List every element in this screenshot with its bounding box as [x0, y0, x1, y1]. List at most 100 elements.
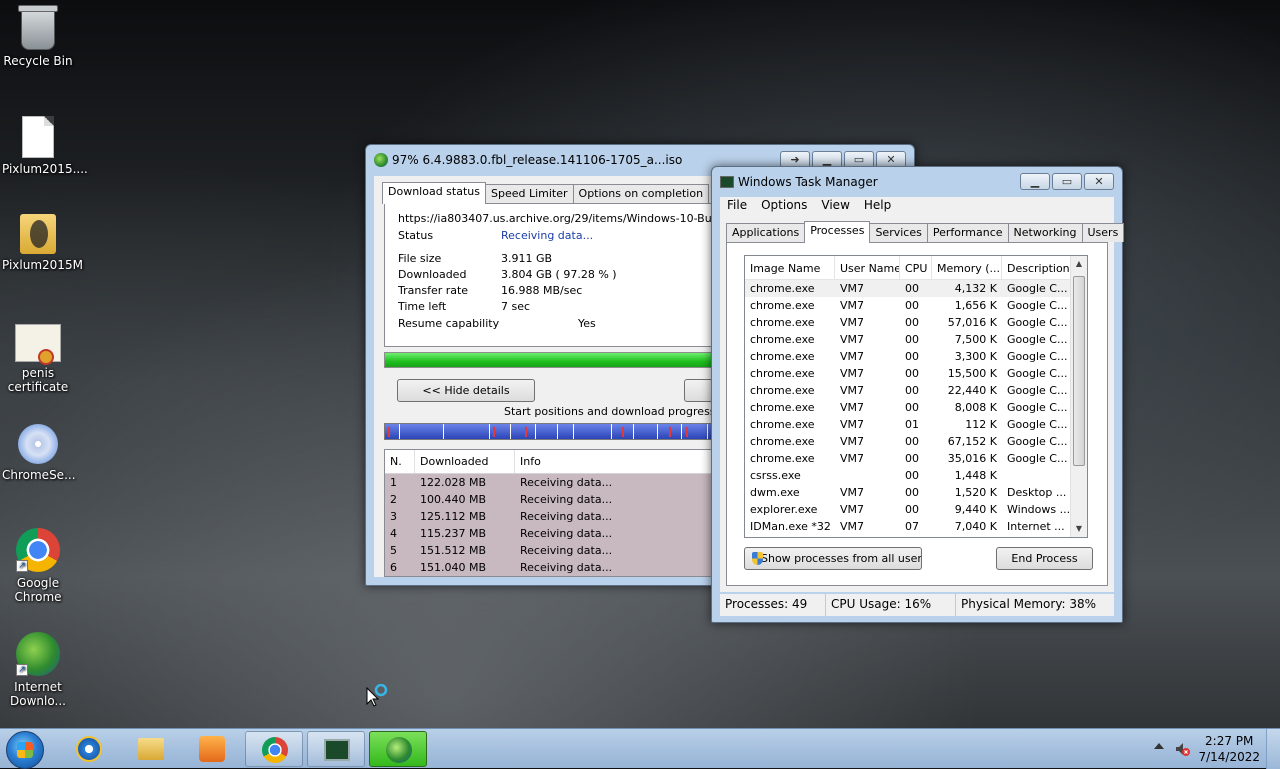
- column-image-name[interactable]: Image Name: [745, 256, 835, 279]
- process-row[interactable]: chrome.exe VM7 00 8,008 K Google C...: [745, 399, 1087, 416]
- transfer-rate-value: 16.988 MB/sec: [501, 284, 583, 297]
- menu-file[interactable]: File: [720, 197, 754, 215]
- desktop-icon-idm[interactable]: ↗ Internet Downlo...: [2, 632, 74, 708]
- tab-users[interactable]: Users: [1081, 223, 1125, 242]
- process-row[interactable]: chrome.exe VM7 00 4,132 K Google C...: [745, 280, 1087, 297]
- desktop-icon-pixlum-file[interactable]: Pixlum2015....: [2, 116, 88, 176]
- scroll-up-icon[interactable]: ▲: [1071, 256, 1087, 272]
- process-list[interactable]: Image Name User Name CPU Memory (... Des…: [744, 255, 1088, 538]
- connection-number: 5: [390, 544, 397, 557]
- desktop-icon-label: Recycle Bin: [3, 54, 73, 68]
- process-memory: 57,016 K: [947, 316, 997, 329]
- process-cpu: 00: [905, 469, 919, 482]
- close-button[interactable]: ✕: [1084, 173, 1114, 190]
- process-row[interactable]: chrome.exe VM7 00 3,300 K Google C...: [745, 348, 1087, 365]
- process-row[interactable]: chrome.exe VM7 00 7,500 K Google C...: [745, 331, 1087, 348]
- transfer-rate-row: Transfer rate 16.988 MB/sec: [398, 284, 582, 297]
- menu-help[interactable]: Help: [857, 197, 898, 215]
- process-row[interactable]: dwm.exe VM7 00 1,520 K Desktop ...: [745, 484, 1087, 501]
- process-row[interactable]: chrome.exe VM7 00 57,016 K Google C...: [745, 314, 1087, 331]
- process-row[interactable]: chrome.exe VM7 00 67,152 K Google C...: [745, 433, 1087, 450]
- task-manager-titlebar[interactable]: Windows Task Manager ▁ ▭ ✕: [712, 167, 1122, 197]
- task-manager-statusbar: Processes: 49 CPU Usage: 16% Physical Me…: [720, 594, 1114, 616]
- process-description: Google C...: [1007, 367, 1068, 380]
- recycle-bin-icon: [18, 5, 58, 50]
- column-cpu[interactable]: CPU: [900, 256, 932, 279]
- desktop-icon-certificate[interactable]: penis certificate: [2, 324, 74, 394]
- segment-position-marker: [388, 427, 390, 437]
- tab-services[interactable]: Services: [869, 223, 928, 242]
- minimize-icon: ▁: [1030, 175, 1040, 188]
- column-description[interactable]: Description: [1002, 256, 1072, 279]
- idm-icon: ↗: [16, 632, 60, 676]
- start-button[interactable]: [6, 731, 44, 769]
- tray-overflow-icon[interactable]: [1154, 743, 1164, 749]
- process-user-name: VM7: [840, 384, 865, 397]
- process-image-name: chrome.exe: [750, 350, 815, 363]
- segment-divider: [611, 424, 612, 439]
- connection-downloaded: 151.040 MB: [420, 561, 487, 574]
- tab-options-on-completion[interactable]: Options on completion: [572, 184, 710, 203]
- process-memory: 3,300 K: [954, 350, 997, 363]
- speaker-muted-icon[interactable]: [1174, 741, 1190, 757]
- desktop-icon-chrome-setup[interactable]: ChromeSe...: [2, 424, 76, 482]
- column-memory[interactable]: Memory (...: [932, 256, 1002, 279]
- column-downloaded[interactable]: Downloaded: [415, 450, 515, 473]
- menu-view[interactable]: View: [814, 197, 856, 215]
- taskbar-windows-explorer[interactable]: [122, 731, 180, 767]
- process-memory: 1,520 K: [954, 486, 997, 499]
- taskbar-media-player[interactable]: [183, 731, 241, 767]
- process-description: Google C...: [1007, 299, 1068, 312]
- process-memory: 9,440 K: [954, 503, 997, 516]
- process-row[interactable]: IDMan.exe *32 VM7 07 7,040 K Internet ...: [745, 518, 1087, 535]
- process-row[interactable]: chrome.exe VM7 00 1,656 K Google C...: [745, 297, 1087, 314]
- tab-speed-limiter[interactable]: Speed Limiter: [484, 184, 574, 203]
- end-process-button[interactable]: End Process: [996, 547, 1093, 570]
- process-image-name: chrome.exe: [750, 384, 815, 397]
- process-list-scrollbar[interactable]: ▲ ▼: [1070, 256, 1087, 537]
- process-row[interactable]: chrome.exe VM7 01 112 K Google C...: [745, 416, 1087, 433]
- process-description: Google C...: [1007, 401, 1068, 414]
- maximize-button[interactable]: ▭: [1052, 173, 1082, 190]
- process-image-name: chrome.exe: [750, 316, 815, 329]
- tab-applications[interactable]: Applications: [726, 223, 806, 242]
- taskbar-chrome[interactable]: [245, 731, 303, 767]
- desktop-icon-pixlum-folder[interactable]: Pixlum2015M: [2, 214, 83, 272]
- process-row[interactable]: chrome.exe VM7 00 35,016 K Google C...: [745, 450, 1087, 467]
- process-row[interactable]: chrome.exe VM7 00 22,440 K Google C...: [745, 382, 1087, 399]
- column-user-name[interactable]: User Name: [835, 256, 900, 279]
- process-description: Google C...: [1007, 316, 1068, 329]
- column-n[interactable]: N.: [385, 450, 415, 473]
- process-memory: 22,440 K: [947, 384, 997, 397]
- show-desktop-button[interactable]: [1266, 729, 1280, 769]
- process-memory: 15,500 K: [947, 367, 997, 380]
- tab-download-status[interactable]: Download status: [382, 182, 486, 204]
- connection-number: 2: [390, 493, 397, 506]
- taskbar-idm[interactable]: [369, 731, 427, 767]
- process-row[interactable]: csrss.exe 00 1,448 K: [745, 467, 1087, 484]
- show-all-processes-button[interactable]: Show processes from all users: [744, 547, 922, 570]
- segment-position-marker: [493, 427, 495, 437]
- tab-networking[interactable]: Networking: [1007, 223, 1083, 242]
- file-icon: [22, 116, 54, 158]
- taskbar-internet-explorer[interactable]: [60, 731, 118, 767]
- close-icon: ✕: [886, 153, 896, 166]
- process-row[interactable]: explorer.exe VM7 00 9,440 K Windows ...: [745, 501, 1087, 518]
- system-clock[interactable]: 2:27 PM 7/14/2022: [1198, 733, 1260, 765]
- menu-options[interactable]: Options: [754, 197, 814, 215]
- process-cpu: 00: [905, 367, 919, 380]
- task-manager-window[interactable]: Windows Task Manager ▁ ▭ ✕ File Options …: [711, 166, 1125, 623]
- minimize-button[interactable]: ▁: [1020, 173, 1050, 190]
- taskbar-task-manager[interactable]: [307, 731, 365, 767]
- tab-performance[interactable]: Performance: [926, 223, 1009, 242]
- file-size-label: File size: [398, 252, 442, 265]
- tab-processes[interactable]: Processes: [804, 221, 871, 243]
- hide-details-button[interactable]: << Hide details: [397, 379, 535, 402]
- scroll-down-icon[interactable]: ▼: [1071, 521, 1087, 537]
- desktop-icon-recycle-bin[interactable]: Recycle Bin: [2, 5, 74, 68]
- process-row[interactable]: chrome.exe VM7 00 15,500 K Google C...: [745, 365, 1087, 382]
- idm-icon: [386, 737, 412, 763]
- task-manager-client: Applications Processes Services Performa…: [720, 215, 1125, 592]
- desktop-icon-google-chrome[interactable]: ↗ Google Chrome: [2, 528, 74, 604]
- scroll-thumb[interactable]: [1073, 276, 1085, 466]
